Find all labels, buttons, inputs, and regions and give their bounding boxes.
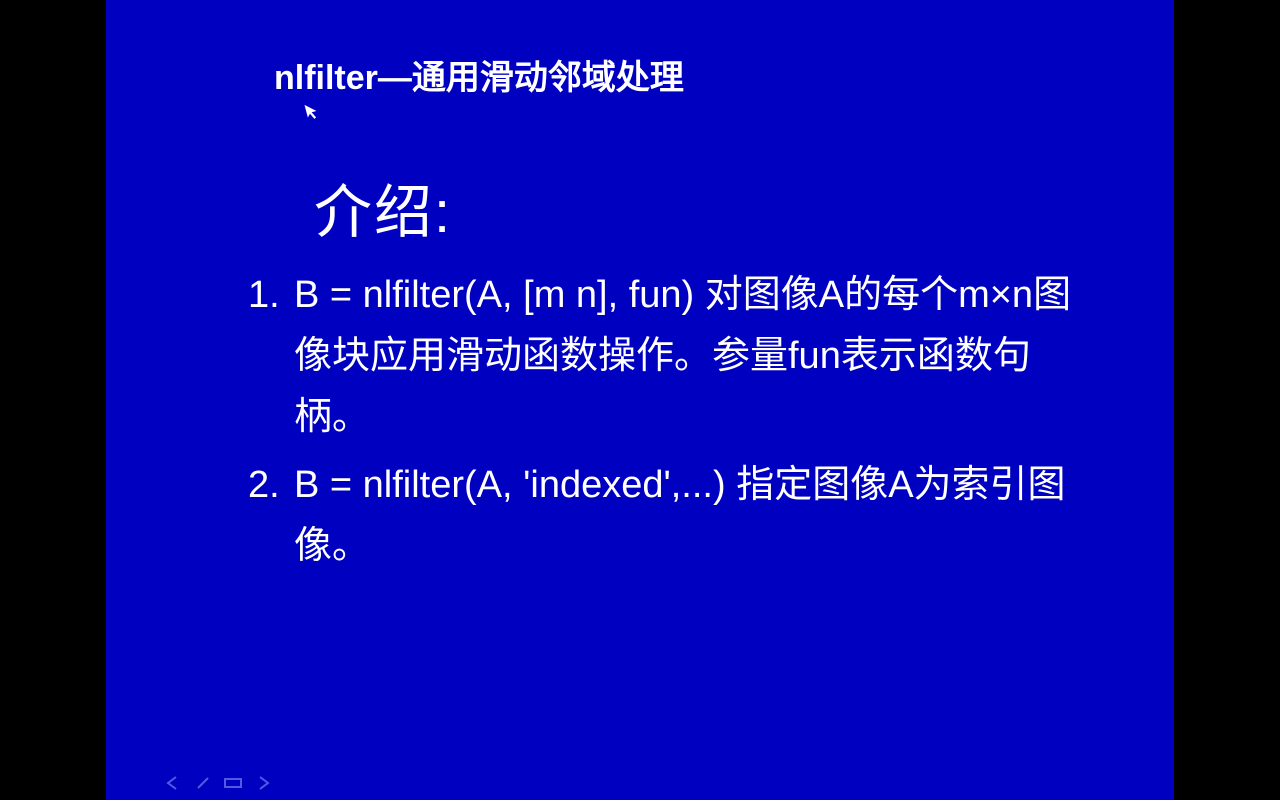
list-number: 1. (242, 265, 294, 447)
slide-title: nlfilter—通用滑动邻域处理 (274, 50, 684, 99)
pen-icon[interactable] (196, 776, 210, 790)
list-text: B = nlfilter(A, 'indexed',...) 指定图像A为索引图… (294, 455, 1094, 577)
menu-icon[interactable] (224, 777, 242, 789)
content-list: 1. B = nlfilter(A, [m n], fun) 对图像A的每个m×… (242, 265, 1094, 585)
slideshow-nav (166, 776, 272, 790)
prev-slide-icon[interactable] (166, 776, 182, 790)
next-slide-icon[interactable] (256, 776, 272, 790)
list-item: 1. B = nlfilter(A, [m n], fun) 对图像A的每个m×… (242, 265, 1094, 447)
list-text: B = nlfilter(A, [m n], fun) 对图像A的每个m×n图像… (294, 265, 1094, 447)
section-heading: 介绍: (314, 165, 452, 249)
slide: nlfilter—通用滑动邻域处理 介绍: 1. B = nlfilter(A,… (106, 0, 1174, 800)
list-item: 2. B = nlfilter(A, 'indexed',...) 指定图像A为… (242, 455, 1094, 577)
list-number: 2. (242, 455, 294, 577)
mouse-cursor-icon (303, 101, 322, 127)
